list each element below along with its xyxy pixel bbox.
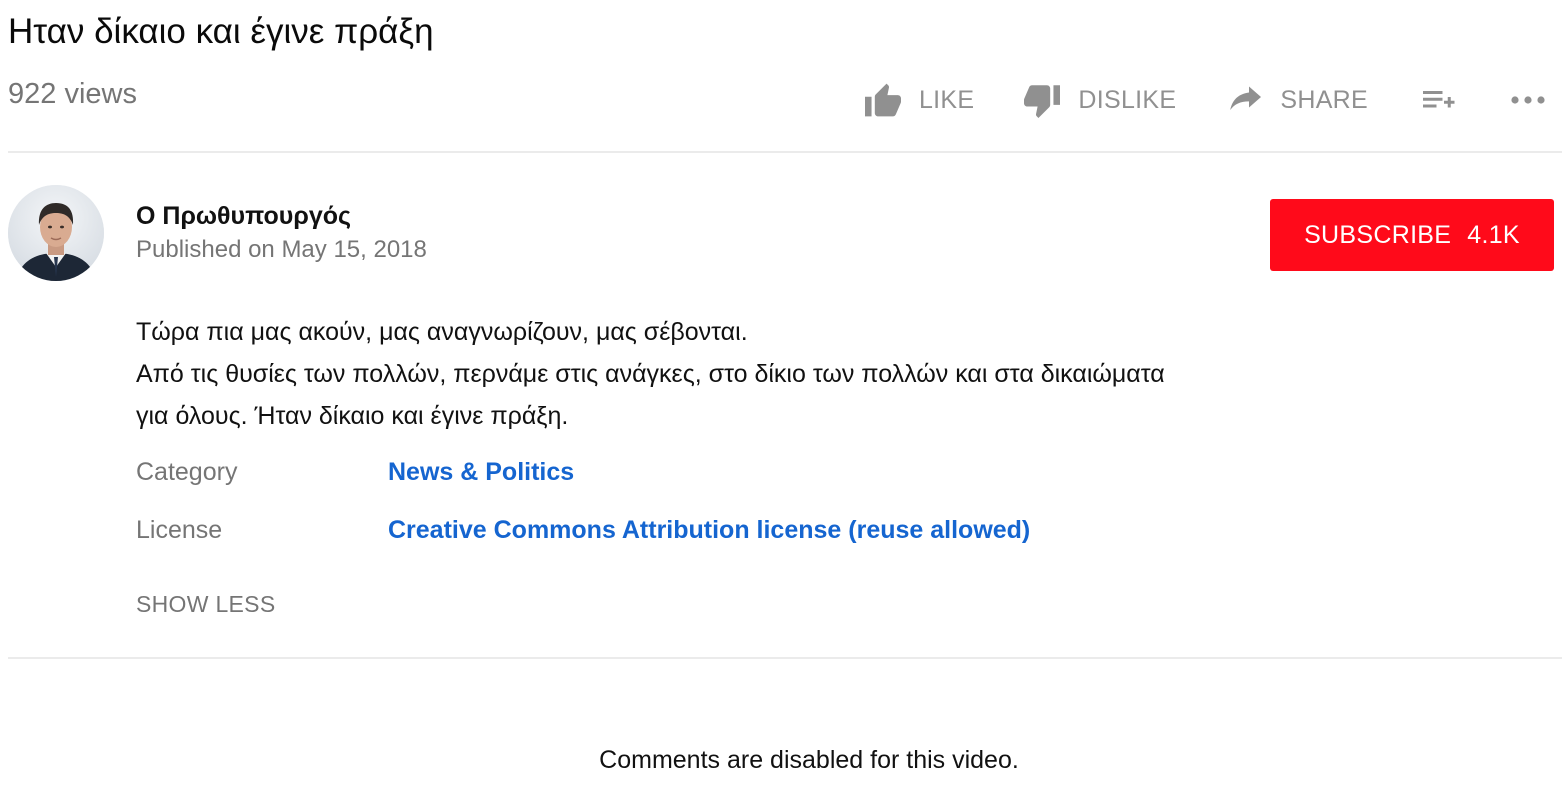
more-horizontal-icon [1511,96,1545,104]
subscribe-button[interactable]: SUBSCRIBE 4.1K [1270,199,1554,271]
video-actions-bar: LIKE DISLIKE SHARE [863,76,1546,124]
divider [8,657,1562,659]
thumbs-up-icon [864,83,901,117]
subscriber-count: 4.1K [1467,220,1520,249]
share-label: SHARE [1280,85,1368,114]
video-title: Ηταν δίκαιο και έγινε πράξη [8,12,434,51]
category-label: Category [136,458,238,486]
subscribe-label: SUBSCRIBE [1304,220,1452,249]
description-line: Τώρα πια μας ακούν, μας αναγνωρίζουν, μα… [136,318,748,346]
description-line: για όλους. Ήταν δίκαιο και έγινε πράξη. [136,402,569,430]
license-label: License [136,516,223,544]
dislike-button[interactable]: DISLIKE [1022,82,1176,118]
comments-disabled-message: Comments are disabled for this video. [599,746,1019,774]
category-link[interactable]: News & Politics [388,455,574,489]
dislike-label: DISLIKE [1078,85,1177,114]
like-button[interactable]: LIKE [863,82,974,118]
description-line: Από τις θυσίες των πολλών, περνάμε στις … [136,360,1165,388]
view-count: 922 views [8,78,137,110]
share-arrow-icon [1230,86,1262,111]
channel-name[interactable]: Ο Πρωθυπουργός [136,199,351,233]
add-to-playlist-icon [1423,91,1455,108]
video-description: Τώρα πια μας ακούν, μας αναγνωρίζουν, μα… [136,311,1366,437]
more-actions-button[interactable] [1510,95,1546,105]
like-label: LIKE [918,85,975,114]
save-to-playlist-button[interactable] [1420,86,1456,114]
avatar-portrait [8,185,104,281]
share-button[interactable]: SHARE [1228,85,1368,115]
thumbs-down-icon [1024,85,1061,118]
license-link[interactable]: Creative Commons Attribution license (re… [388,513,1030,547]
divider [8,151,1562,153]
publish-date: Published on May 15, 2018 [136,236,427,263]
channel-avatar[interactable] [8,185,104,281]
show-less-button[interactable]: SHOW LESS [136,589,275,619]
